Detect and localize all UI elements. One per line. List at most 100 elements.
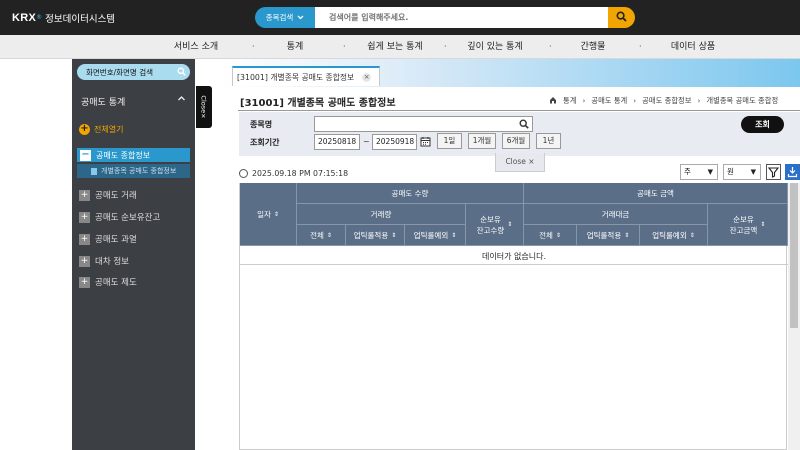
close-icon[interactable]: × [362, 72, 372, 82]
sidebar-item-summary[interactable]: − 공매도 종합정보 [77, 148, 190, 162]
breadcrumb: 통계 › 공매도 통계 › 공매도 종합정보 › 개별종목 공매도 종합정 [549, 96, 778, 106]
nav-separator: · [343, 42, 346, 51]
minus-box-icon: − [80, 148, 91, 161]
search-button[interactable] [608, 7, 635, 28]
sort-icon: ⇕ [451, 231, 457, 239]
col-header-amount-total[interactable]: 전체 ⇕ [524, 225, 577, 246]
file-icon [91, 167, 97, 175]
sidebar-item-label: 공매도 순보유잔고 [95, 213, 161, 223]
search-type-dropdown[interactable]: 종목검색 [255, 7, 315, 28]
plus-box-icon: + [79, 233, 90, 245]
breadcrumb-item[interactable]: 통계 [563, 96, 576, 106]
nav-item-deep-stats[interactable]: 깊이 있는 통계 [467, 35, 522, 59]
sidebar-item-overheat[interactable]: + 공매도 과열 [79, 233, 137, 245]
sidebar-item-lending[interactable]: + 대차 정보 [79, 255, 129, 267]
period-1year-button[interactable]: 1년 [536, 133, 561, 149]
col-header-amount-uptick-exempt[interactable]: 업틱룰예외 ⇕ [640, 225, 708, 246]
stock-name-label: 종목명 [250, 120, 273, 129]
col-header-volume-total[interactable]: 전체 ⇕ [297, 225, 346, 246]
scrollbar-thumb[interactable] [790, 183, 798, 328]
site-logo[interactable]: KRX ® 정보데이터시스템 [12, 11, 115, 25]
sidebar: 화면번호/화면명 검색 공매도 통계 + 전체열기 − 공매도 종합정보 개별종… [72, 59, 195, 450]
plus-box-icon: + [79, 255, 90, 267]
col-label: 전체 [310, 230, 324, 240]
period-1day-button[interactable]: 1일 [437, 133, 462, 149]
sidebar-item-trade[interactable]: + 공매도 거래 [79, 189, 137, 201]
search-input[interactable] [315, 7, 608, 28]
close-popup-button[interactable]: Close × [495, 153, 545, 172]
download-button[interactable] [785, 164, 800, 180]
calendar-icon[interactable] [420, 136, 431, 149]
sidebar-item-label: 공매도 과열 [95, 235, 137, 245]
system-name: 정보데이터시스템 [45, 13, 116, 25]
nav-item-service[interactable]: 서비스 소개 [174, 35, 218, 59]
period-1month-button[interactable]: 1개월 [468, 133, 496, 149]
col-label: 업틱룰예외 [413, 230, 449, 240]
tab-label: [31001] 개별종목 공매도 종합정보 [237, 72, 355, 82]
search-icon [177, 67, 186, 78]
active-item-label: 공매도 종합정보 [96, 150, 151, 160]
dropdown-arrow-icon: ▼ [707, 168, 713, 176]
top-bar: KRX ® 정보데이터시스템 종목검색 [0, 0, 800, 35]
tab-individual-summary[interactable]: [31001] 개별종목 공매도 종합정보 × [232, 66, 380, 86]
unit-select-value: 원 [727, 167, 734, 176]
logo-sup: ® [36, 14, 43, 21]
col-header-date[interactable]: 일자 ⇕ [240, 183, 297, 246]
open-all-label: 전체열기 [94, 125, 124, 134]
sub-item-label: 개별종목 공매도 종합정보 [101, 167, 177, 175]
filter-button[interactable] [766, 164, 781, 180]
sidebar-close-tab[interactable]: Close× [196, 86, 212, 128]
search-icon[interactable] [519, 119, 529, 131]
col-header-volume-uptick-applied[interactable]: 업틱룰적용 ⇕ [346, 225, 405, 246]
nav-item-publications[interactable]: 간행물 [581, 35, 606, 59]
section-title-text: 공매도 통계 [81, 97, 126, 108]
date-to-input[interactable]: 20250918 [372, 134, 417, 150]
stock-name-input[interactable] [314, 116, 533, 132]
col-label: 전체 [539, 230, 553, 240]
period-select[interactable]: 주 ▼ [680, 164, 718, 180]
breadcrumb-item[interactable]: 개별종목 공매도 종합정 [706, 96, 778, 106]
date-separator: ~ [363, 137, 370, 146]
sort-icon: ⇕ [555, 231, 561, 239]
close-tab-label: Close× [200, 95, 208, 119]
col-header-net-amount[interactable]: 순보유 잔고금액 ⇕ [708, 204, 788, 246]
net-amount-label: 순보유 잔고금액 [729, 214, 758, 235]
dropdown-arrow-icon: ▼ [750, 168, 756, 176]
date-from-input[interactable]: 20250818 [314, 134, 360, 150]
col-header-amount-uptick-applied[interactable]: 업틱룰적용 ⇕ [577, 225, 640, 246]
unit-select[interactable]: 원 ▼ [723, 164, 761, 180]
breadcrumb-sep: › [633, 96, 637, 105]
group-header-amount: 공매도 금액 [524, 183, 788, 204]
main-nav: 서비스 소개 · 통계 · 쉽게 보는 통계 · 깊이 있는 통계 · 간행물 … [0, 35, 800, 59]
menu-search-input[interactable]: 화면번호/화면명 검색 [77, 64, 190, 80]
sidebar-item-system[interactable]: + 공매도 제도 [79, 276, 137, 288]
plus-circle-icon: + [79, 123, 90, 135]
home-icon[interactable] [549, 96, 557, 106]
vertical-scrollbar[interactable] [788, 183, 800, 450]
period-6month-button[interactable]: 6개월 [502, 133, 530, 149]
data-table: 일자 ⇕ 공매도 수량 공매도 금액 거래량 순보유 잔고수량 ⇕ 거래대금 순보유… [239, 183, 788, 450]
nav-item-data-products[interactable]: 데이터 상품 [671, 35, 715, 59]
filter-icon [767, 167, 780, 181]
col-header-net-volume[interactable]: 순보유 잔고수량 ⇕ [466, 204, 524, 246]
sidebar-item-label: 공매도 거래 [95, 191, 137, 201]
content-area: [31001] 개별종목 공매도 종합정보 × [31001] 개별종목 공매도… [222, 59, 800, 450]
sort-icon: ⇕ [689, 231, 695, 239]
open-all-button[interactable]: + 전체열기 [79, 124, 123, 135]
breadcrumb-item[interactable]: 공매도 종합정보 [642, 96, 691, 106]
breadcrumb-item[interactable]: 공매도 통계 [591, 96, 627, 106]
sort-icon: ⇕ [273, 210, 279, 218]
chevron-down-icon [297, 13, 304, 22]
sidebar-subitem-individual[interactable]: 개별종목 공매도 종합정보 [77, 164, 190, 178]
timestamp-text: 2025.09.18 PM 07:15:18 [252, 169, 349, 178]
sidebar-section-title[interactable]: 공매도 통계 [72, 92, 195, 110]
col-header-volume-uptick-exempt[interactable]: 업틱룰예외 ⇕ [405, 225, 466, 246]
net-volume-label: 순보유 잔고수량 [476, 214, 505, 235]
global-search: 종목검색 [255, 7, 635, 28]
nav-item-easy-stats[interactable]: 쉽게 보는 통계 [367, 35, 422, 59]
nav-item-stats[interactable]: 통계 [287, 35, 304, 59]
search-form: 종목명 조회기간 20250818 ~ 20250918 1일 1개월 6개월 … [239, 112, 800, 156]
col-date-label: 일자 [257, 209, 271, 219]
sidebar-item-net-balance[interactable]: + 공매도 순보유잔고 [79, 211, 160, 223]
lookup-button[interactable]: 조회 [741, 116, 784, 133]
